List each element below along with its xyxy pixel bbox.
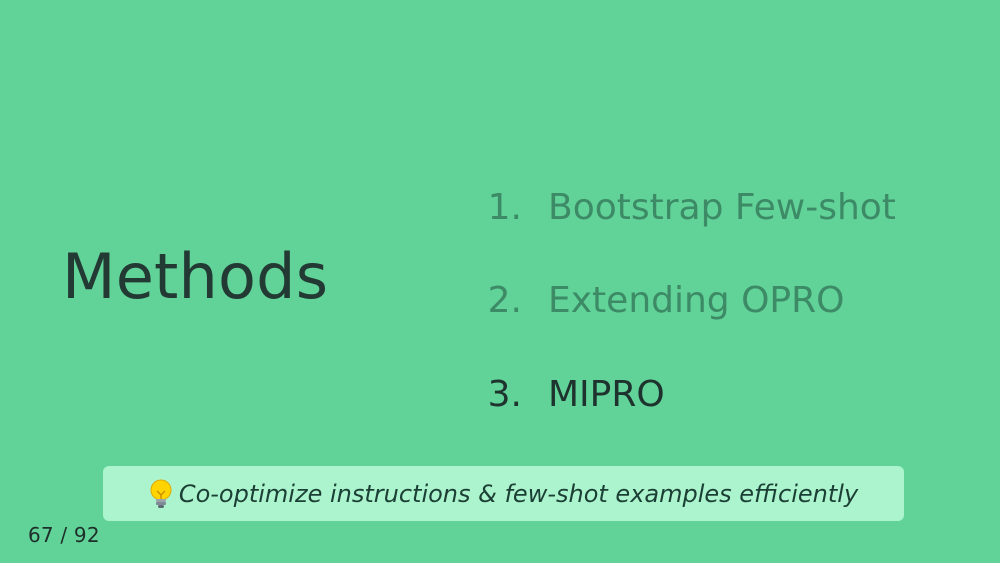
page-indicator: 67 / 92 [28, 523, 100, 547]
list-item-label: Extending OPRO [548, 280, 845, 321]
lightbulb-icon [149, 479, 173, 509]
list-item-label: MIPRO [548, 374, 665, 415]
list-item: 1. Bootstrap Few-shot [0, 180, 1000, 236]
list-item-number: 1. [487, 187, 522, 228]
list-item-label: Bootstrap Few-shot [548, 187, 896, 228]
list-item-number: 3. [487, 374, 522, 415]
list-item-active: 3. MIPRO [0, 367, 1000, 423]
callout-text: Co-optimize instructions & few-shot exam… [178, 479, 859, 508]
slide: Methods 1. Bootstrap Few-shot 2. Extendi… [0, 0, 1000, 563]
slide-title: Methods [62, 240, 329, 313]
callout-box: Co-optimize instructions & few-shot exam… [103, 466, 904, 521]
